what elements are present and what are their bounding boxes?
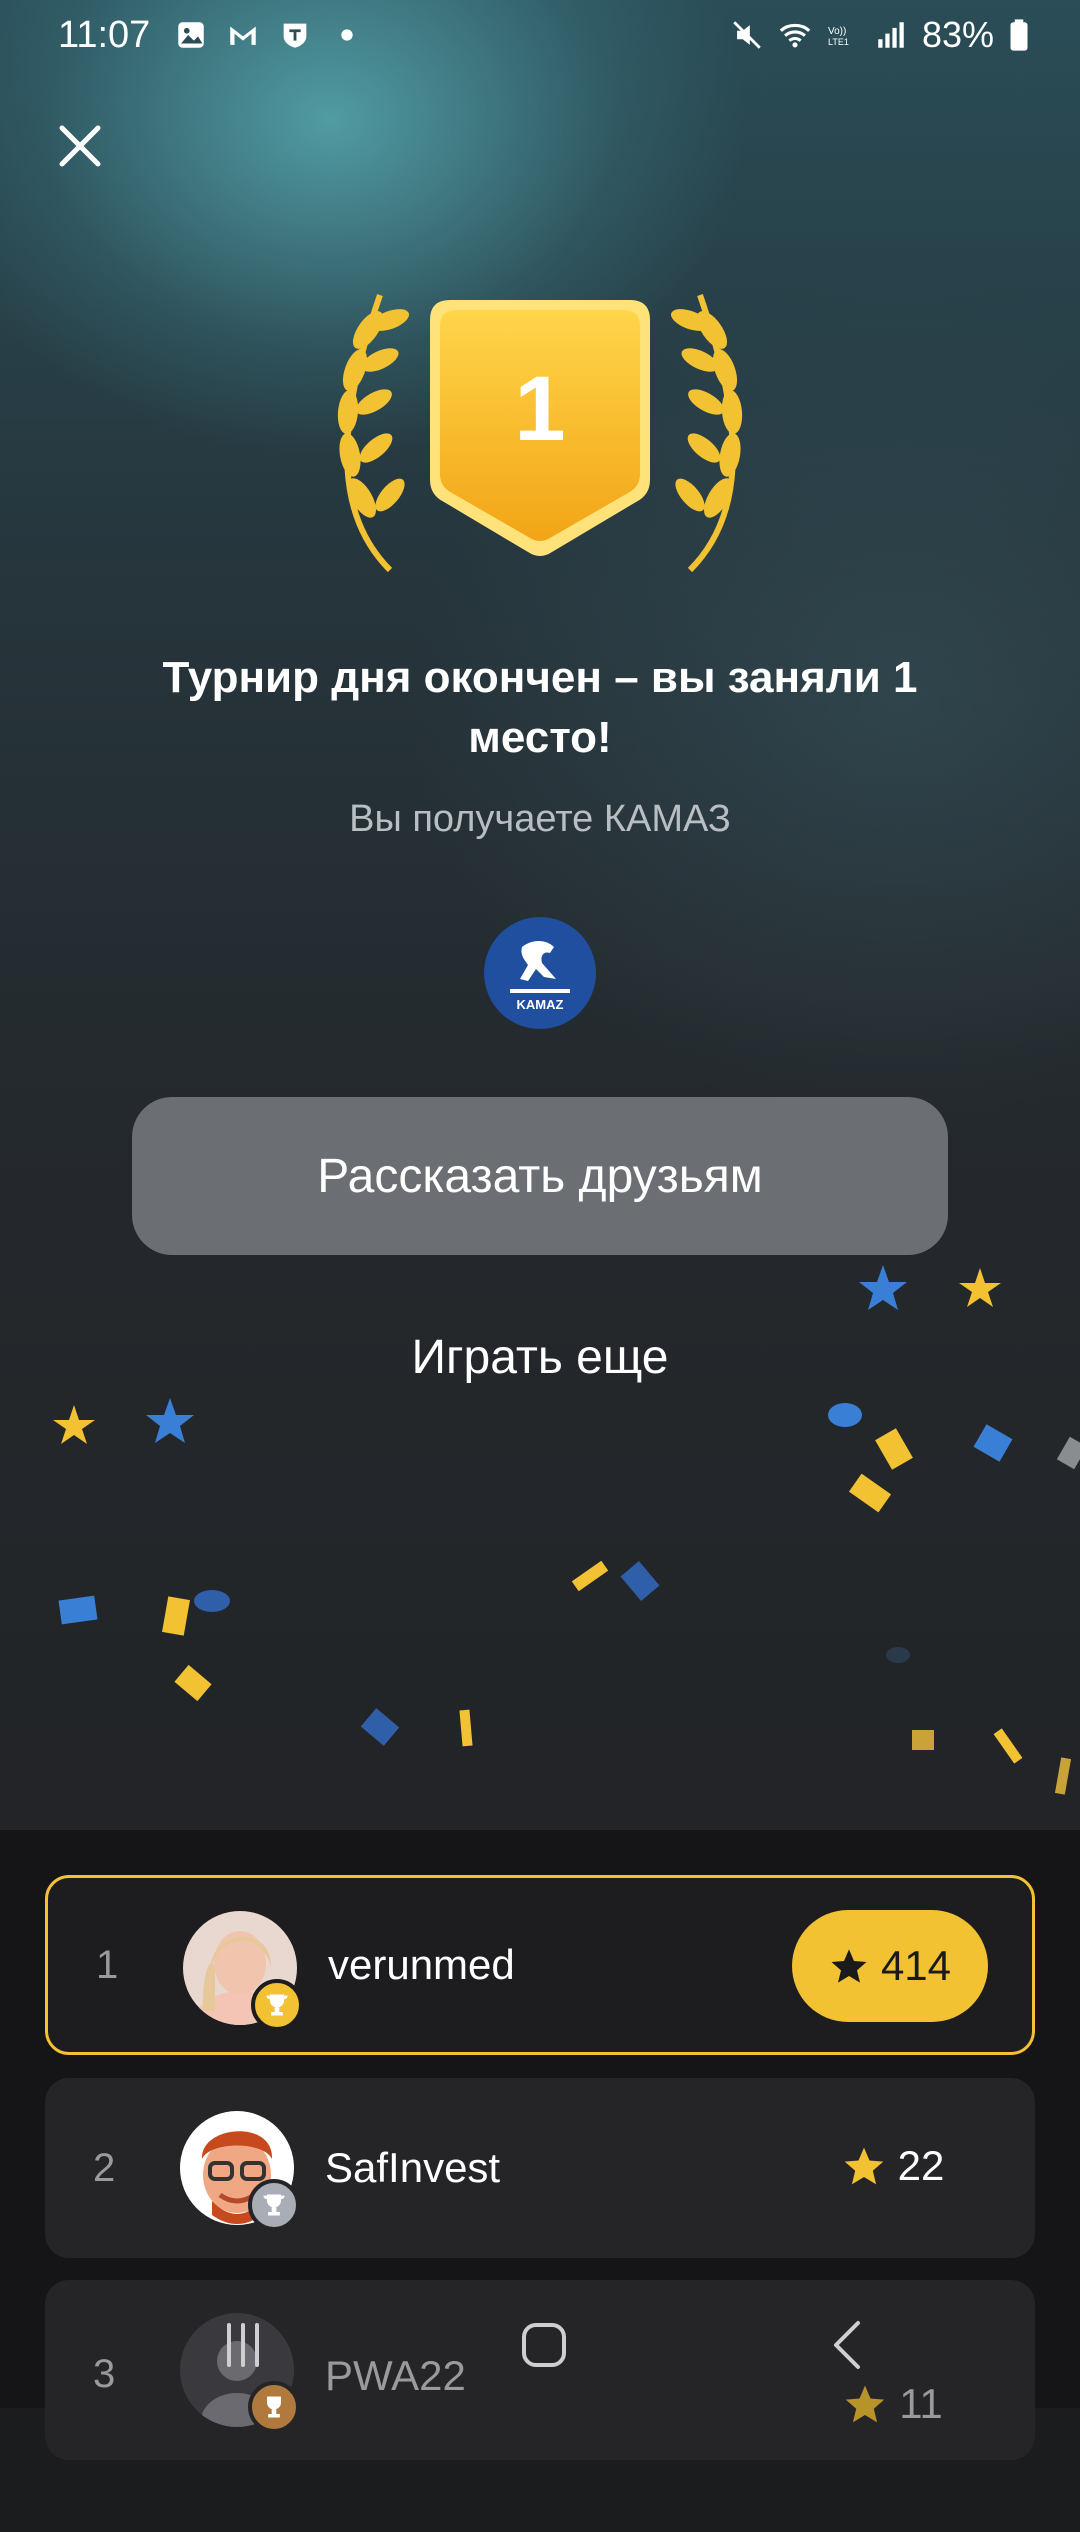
score-value: 414 [880, 1942, 952, 1989]
battery-icon [1010, 19, 1028, 51]
laurel-left-icon [337, 294, 410, 573]
trophy-icon [248, 2179, 300, 2231]
back-icon[interactable] [808, 2305, 888, 2385]
star-icon [844, 2147, 883, 2185]
mute-icon [733, 21, 761, 49]
leaderboard-row[interactable]: 2 SafInvest 22 [45, 2078, 1035, 2258]
result-screen [0, 0, 1080, 1830]
username: verunmed [328, 1941, 515, 1988]
status-bar: 11:07 Vo)) LTE1 83% [0, 0, 1080, 72]
play-again-button[interactable]: Играть еще [240, 1330, 840, 1385]
close-icon[interactable] [52, 118, 108, 174]
svg-text:KAMAZ: KAMAZ [517, 997, 564, 1012]
trophy-icon [251, 1979, 303, 2031]
notification-icons [174, 18, 364, 52]
home-icon[interactable] [504, 2305, 584, 2385]
result-title: Турнир дня окончен – вы заняли 1 место! [162, 653, 918, 762]
share-with-friends-button[interactable]: Рассказать друзьям [132, 1097, 948, 1255]
rank-number: 1 [96, 1942, 119, 1987]
wifi-icon [779, 23, 811, 48]
system-nav-bar [0, 2275, 1080, 2408]
svg-text:Vo)): Vo)) [828, 26, 846, 37]
first-place-medal: 1 [337, 294, 743, 573]
username: SafInvest [325, 2144, 501, 2191]
battery-percent: 83% [921, 14, 994, 55]
svg-text:LTE1: LTE1 [828, 37, 849, 47]
score-badge: 414 [792, 1910, 988, 2022]
prize-subtitle: Вы получаете КАМАЗ [349, 798, 731, 840]
dot-icon [341, 29, 353, 41]
score-badge: 22 [795, 2110, 991, 2222]
rank-number: 2 [93, 2145, 116, 2190]
score-value: 22 [897, 2142, 945, 2189]
system-status: Vo)) LTE1 83% [730, 14, 1030, 56]
recent-apps-icon[interactable] [203, 2305, 283, 2385]
signal-icon [878, 22, 904, 48]
avatar [180, 2111, 300, 2231]
status-time: 11:07 [58, 14, 151, 56]
gmail-icon [230, 26, 256, 45]
avatar [183, 1911, 303, 2071]
place-number: 1 [514, 358, 565, 460]
kamaz-logo-icon: KAMAZ [484, 917, 596, 1029]
leaderboard-row[interactable]: 1 verunmed 414 [45, 1875, 1035, 2071]
laurel-right-icon [670, 294, 743, 573]
star-icon [831, 1949, 867, 1983]
gallery-icon [178, 22, 204, 48]
volte-icon: Vo))LTE1 [828, 26, 849, 47]
confetti-decoration [53, 1265, 1080, 1795]
tinkoff-icon [283, 23, 307, 48]
